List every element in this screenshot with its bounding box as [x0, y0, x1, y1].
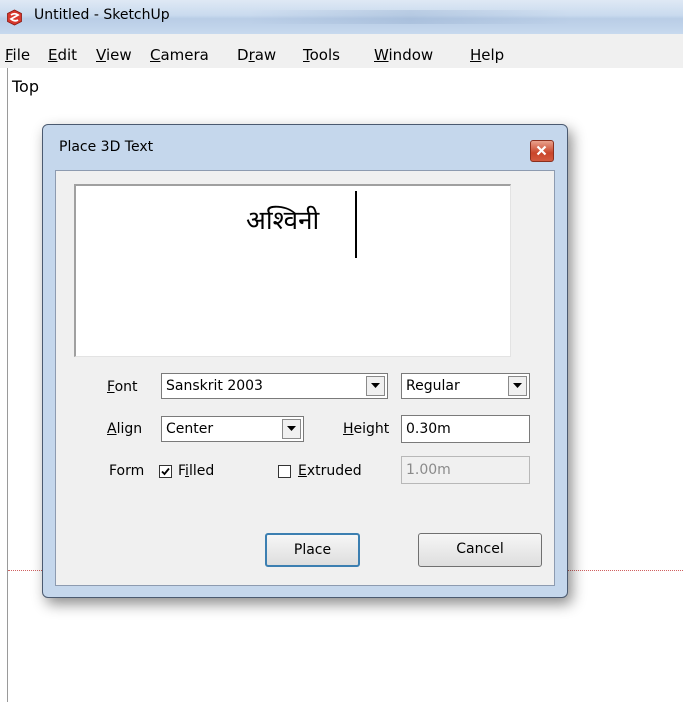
red-axis-right [566, 570, 683, 571]
view-label: Top [12, 77, 39, 96]
height-input-value: 0.30m [406, 421, 451, 437]
font-label: Font [107, 379, 138, 395]
window-title: Untitled - SketchUp [34, 7, 170, 23]
viewport-left-edge [7, 68, 8, 702]
menu-view[interactable]: View [96, 46, 132, 64]
extrude-depth-input: 1.00m [401, 456, 530, 484]
extruded-label[interactable]: Extruded [298, 463, 362, 479]
menu-camera[interactable]: Camera [150, 46, 209, 64]
menu-edit[interactable]: Edit [48, 46, 77, 64]
height-label: Height [343, 421, 390, 437]
height-input[interactable]: 0.30m [401, 415, 530, 443]
chevron-down-icon [371, 383, 380, 388]
checkmark-icon [161, 467, 170, 476]
menu-window[interactable]: Window [374, 46, 433, 64]
form-label: Form [109, 463, 145, 479]
font-style-dropdown-arrow[interactable] [508, 376, 527, 396]
filled-label[interactable]: Filled [178, 463, 214, 479]
menu-help[interactable]: Help [470, 46, 504, 64]
sketchup-logo-icon [7, 9, 22, 26]
align-dropdown[interactable]: Center [161, 416, 304, 442]
dialog-title: Place 3D Text [59, 139, 154, 155]
dialog-client-area: अश्विनी Font Sanskrit 2003 Regular Align… [55, 170, 555, 586]
align-label: Align [107, 421, 143, 437]
align-dropdown-value: Center [166, 421, 214, 437]
filled-checkbox[interactable] [159, 465, 172, 478]
menu-file[interactable]: File [5, 46, 30, 64]
font-dropdown-arrow[interactable] [366, 376, 385, 396]
font-dropdown-value: Sanskrit 2003 [166, 378, 263, 394]
cancel-button[interactable]: Cancel [418, 533, 542, 567]
menu-draw[interactable]: Draw [237, 46, 276, 64]
place-3d-text-dialog: Place 3D Text अश्विनी Font Sanskrit 2003… [42, 124, 568, 598]
align-dropdown-arrow[interactable] [282, 419, 301, 439]
menu-tools[interactable]: Tools [303, 46, 340, 64]
font-style-value: Regular [406, 378, 460, 394]
text-entry-area[interactable]: अश्विनी [74, 184, 511, 357]
title-bar-glow [250, 10, 570, 24]
place-button[interactable]: Place [265, 533, 360, 567]
entered-text: अश्विनी [246, 206, 320, 236]
chevron-down-icon [513, 383, 522, 388]
font-style-dropdown[interactable]: Regular [401, 373, 530, 399]
chevron-down-icon [287, 426, 296, 431]
dialog-close-button[interactable] [530, 140, 554, 162]
extrude-depth-value: 1.00m [406, 462, 451, 478]
font-dropdown[interactable]: Sanskrit 2003 [161, 373, 388, 399]
close-icon [536, 145, 547, 156]
red-axis-left [8, 570, 42, 571]
title-bar: Untitled - SketchUp [0, 0, 683, 34]
extruded-checkbox[interactable] [278, 465, 291, 478]
text-caret [355, 191, 357, 258]
menu-bar: File Edit View Camera Draw Tools Window … [0, 34, 683, 69]
